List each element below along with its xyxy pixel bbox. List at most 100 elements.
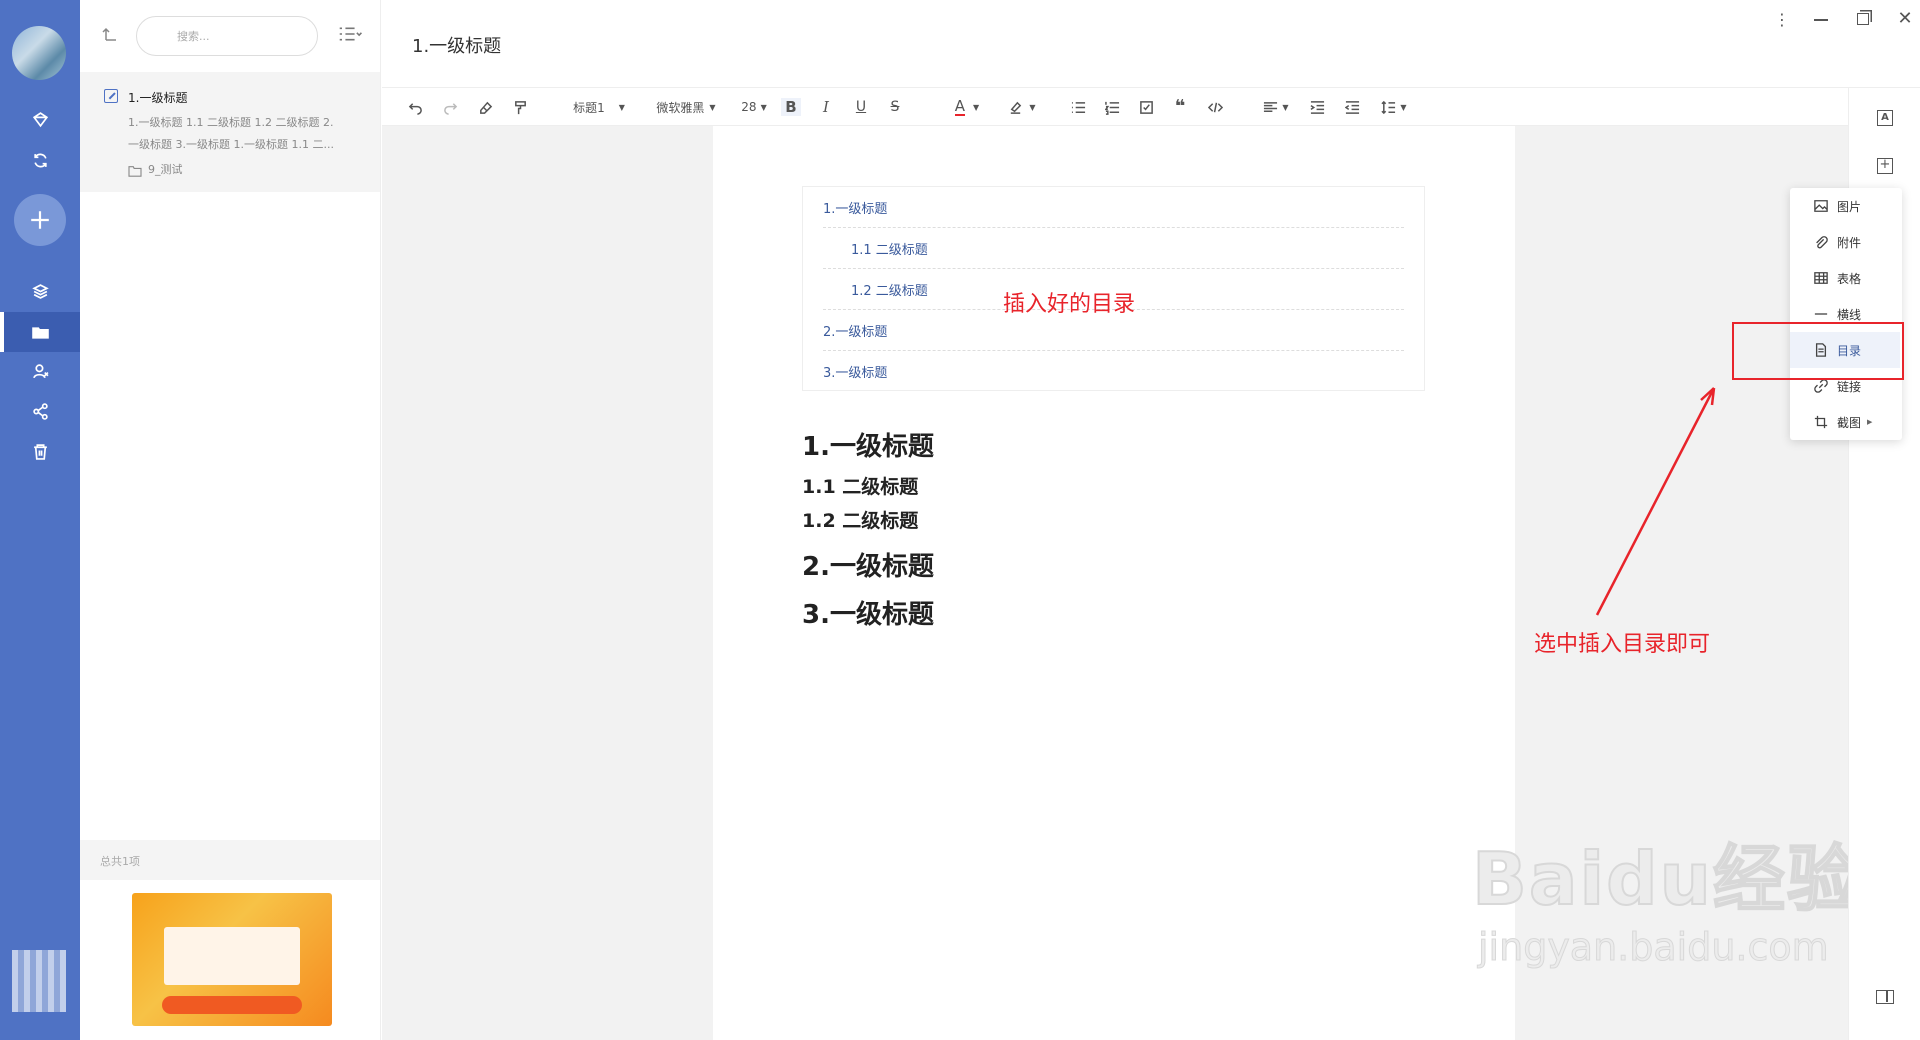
format-painter-icon[interactable] [507,88,533,126]
heading-1[interactable]: 3.一级标题 [802,594,934,631]
toc-item-label: 1.一级标题 [823,201,888,217]
chevron-down-icon: ▼ [760,102,767,112]
editor-area: 1.一级标题 ⋮ ✕ 标题1 ▼ 微软雅黑 ▼ 28 ▼ B I U S A ▼ ▼ ❝… [382,0,1920,1040]
more-icon[interactable]: ⋮ [1772,10,1792,30]
quote-icon[interactable]: ❝ [1168,88,1192,126]
eraser-icon[interactable] [472,88,498,126]
highlighter-icon [1011,101,1022,114]
font-select[interactable]: 微软雅黑 ▼ [652,88,720,126]
layers-icon[interactable] [0,276,80,306]
strikethrough-button[interactable]: S [883,88,907,126]
list-item[interactable]: 1.一级标题 1.一级标题 1.1 二级标题 1.2 二级标题 2. 一级标题 … [80,72,380,192]
toc-item-label: 3.一级标题 [823,366,888,381]
toc-item[interactable]: 1.一级标题 [823,187,1404,228]
new-note-button[interactable] [14,194,66,246]
title-bar: 1.一级标题 ⋮ ✕ [382,0,1920,88]
document-page[interactable]: 1.一级标题 1.1 二级标题 1.2 二级标题 2.一级标题 3.一级标题 插… [713,126,1515,1040]
outdent-icon[interactable] [1340,88,1364,126]
format-toolbar: 标题1 ▼ 微软雅黑 ▼ 28 ▼ B I U S A ▼ ▼ ❝ ▼ ▼ [382,88,1848,126]
folder-icon [0,317,80,347]
user-avatar[interactable] [12,26,66,80]
heading-1[interactable]: 1.一级标题 [802,426,934,463]
promo-banner[interactable] [132,893,332,1026]
favorites-icon[interactable] [0,104,80,134]
promo-panel [164,927,300,985]
toc-item-label: 2.一级标题 [823,324,888,340]
text-style-icon[interactable]: A [1877,110,1893,126]
code-icon[interactable] [1202,88,1228,126]
redo-icon[interactable] [437,88,463,126]
menu-item-label: 截图 [1837,415,1862,430]
strikethrough-label: S [890,99,900,115]
annotation-toc-inserted: 插入好的目录 [1003,292,1136,317]
watermark-logo: Baidu经验 jingyan.baidu.com [1471,820,1872,1000]
heading-select[interactable]: 标题1 ▼ [564,88,634,126]
sidebar-toggle-icon[interactable] [1876,990,1894,1004]
numbered-list-icon[interactable] [1100,88,1124,126]
font-color-button[interactable]: A ▼ [947,88,987,126]
heading-select-label: 标题1 [573,100,605,115]
highlight-button[interactable]: ▼ [1002,88,1042,126]
horizontal-line-icon [1814,313,1828,315]
menu-item-image[interactable]: 图片 [1790,188,1900,224]
font-size-label: 28 [741,100,757,114]
back-up-icon[interactable] [102,26,122,46]
minimize-icon[interactable] [1814,19,1828,21]
underline-button[interactable]: U [849,88,873,126]
watermark-url: jingyan.baidu.com [1478,925,1830,970]
align-icon[interactable]: ▼ [1258,88,1294,126]
chevron-down-icon: ▼ [1282,102,1289,112]
restore-icon[interactable] [1857,13,1869,25]
search-input[interactable]: 搜索... [136,16,318,56]
menu-item-screenshot[interactable]: 截图 ▶ [1790,404,1900,440]
promo-strip [162,996,302,1014]
toc-item-label: 1.1 二级标题 [851,242,928,258]
share-icon[interactable] [0,396,80,426]
annotation-select-toc: 选中插入目录即可 [1534,632,1711,657]
indent-icon[interactable] [1305,88,1329,126]
trash-icon[interactable] [0,436,80,466]
toc-item[interactable]: 1.1 二级标题 [823,228,1404,269]
bold-button[interactable]: B [779,88,803,126]
left-sidebar [0,0,80,1040]
sync-icon[interactable] [0,145,80,175]
chevron-down-icon: ▼ [709,102,716,112]
annotation-highlight-box [1732,322,1904,380]
menu-item-table[interactable]: 表格 [1790,260,1900,296]
menu-item-attachment[interactable]: 附件 [1790,224,1900,260]
bullet-list-icon[interactable] [1066,88,1090,126]
page-title[interactable]: 1.一级标题 [412,32,501,58]
heading-2[interactable]: 1.2 二级标题 [802,506,918,533]
menu-item-label: 横线 [1837,307,1862,322]
search-placeholder: 搜索... [177,30,210,43]
checkbox-icon[interactable] [1134,88,1158,126]
paperclip-icon [1816,236,1828,249]
folder-outline-icon [128,162,142,181]
toc-item-label: 1.2 二级标题 [851,283,928,299]
contacts-icon[interactable] [0,356,80,386]
font-size-select[interactable]: 28 ▼ [734,88,774,126]
close-icon[interactable]: ✕ [1894,8,1916,30]
heading-2[interactable]: 1.1 二级标题 [802,472,918,499]
note-edit-icon [104,89,118,103]
note-folder-name: 9_测试 [148,163,183,176]
heading-1[interactable]: 2.一级标题 [802,546,934,583]
italic-button[interactable]: I [814,88,838,126]
undo-icon[interactable] [402,88,428,126]
chevron-right-icon: ▶ [1867,418,1873,426]
toc-item[interactable]: 3.一级标题 [823,351,1404,392]
menu-item-label: 附件 [1837,235,1862,250]
insert-menu: 图片 附件 表格 横线 目录 链接 截图 ▶ [1790,188,1902,440]
insert-icon[interactable]: + [1877,158,1893,174]
list-view-toggle[interactable] [338,26,366,46]
line-height-icon[interactable]: ▼ [1374,88,1414,126]
list-footer: 总共1项 [80,840,380,880]
italic-label: I [823,98,829,116]
sidebar-item-folders[interactable] [0,312,80,352]
chevron-down-icon: ▼ [1029,102,1036,112]
font-select-label: 微软雅黑 [656,100,705,115]
note-preview-line2: 一级标题 3.一级标题 1.一级标题 1.1 二... [128,138,334,151]
chevron-down-icon: ▼ [1400,102,1407,112]
app-logo [12,950,66,1012]
underline-label: U [855,99,867,115]
